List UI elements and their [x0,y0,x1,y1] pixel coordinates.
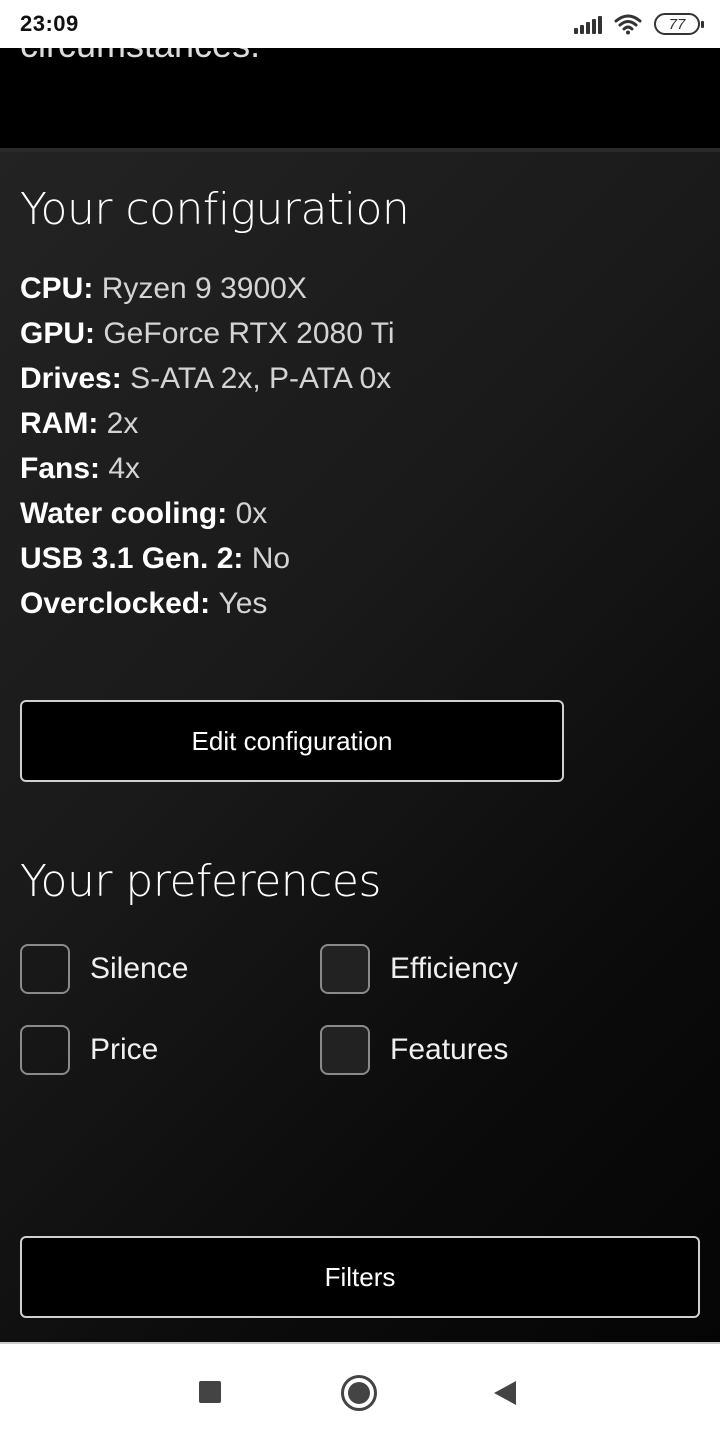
spec-label: Overclocked: [20,587,211,620]
price-checkbox[interactable] [20,1025,70,1075]
recent-apps-icon[interactable] [199,1381,221,1403]
status-time: 23:09 [20,11,79,36]
efficiency-checkbox[interactable] [320,944,370,994]
previous-section: circumstances. [0,48,720,148]
edit-configuration-button[interactable]: Edit configuration [20,700,564,782]
back-icon[interactable] [494,1381,516,1405]
pref-label: Silence [90,952,189,985]
spec-list: CPU: Ryzen 9 3900X GPU: GeForce RTX 2080… [20,266,700,626]
spec-row-drives: Drives: S-ATA 2x, P-ATA 0x [20,356,700,401]
pref-label: Features [390,1033,509,1066]
spec-value: No [251,542,291,575]
configuration-title: Your configuration [20,184,410,235]
spec-value: Yes [218,587,268,620]
spec-value: 4x [108,452,141,485]
features-checkbox[interactable] [320,1025,370,1075]
preferences-title: Your preferences [20,856,381,907]
spec-label: RAM: [20,407,99,440]
pref-efficiency[interactable]: Efficiency [320,944,518,994]
previous-section-text: circumstances. [20,48,260,66]
pref-label: Price [90,1033,159,1066]
status-bar: 23:09 77 [0,0,720,48]
spec-label: USB 3.1 Gen. 2: [20,542,244,575]
spec-value: S-ATA 2x, P-ATA 0x [130,362,392,395]
spec-value: Ryzen 9 3900X [101,272,307,305]
spec-label: Drives: [20,362,122,395]
spec-row-usb: USB 3.1 Gen. 2: No [20,536,700,581]
pref-features[interactable]: Features [320,1025,508,1075]
wifi-icon [614,14,642,35]
spec-row-fans: Fans: 4x [20,446,700,491]
signal-icon [574,14,602,34]
spec-label: CPU: [20,272,94,305]
spec-row-ram: RAM: 2x [20,401,700,446]
spec-label: Fans: [20,452,101,485]
spec-row-gpu: GPU: GeForce RTX 2080 Ti [20,311,700,356]
pref-label: Efficiency [390,952,518,985]
spec-row-overclocked: Overclocked: Yes [20,581,700,626]
spec-row-cpu: CPU: Ryzen 9 3900X [20,266,700,311]
spec-label: GPU: [20,317,95,350]
spec-value: 2x [106,407,139,440]
spec-row-water-cooling: Water cooling: 0x [20,491,700,536]
spec-value: GeForce RTX 2080 Ti [103,317,395,350]
silence-checkbox[interactable] [20,944,70,994]
home-icon[interactable] [341,1375,377,1411]
main-panel: Your configuration CPU: Ryzen 9 3900X GP… [0,152,720,1342]
pref-silence[interactable]: Silence [20,944,188,994]
spec-value: 0x [235,497,268,530]
navigation-bar [0,1342,720,1440]
status-icons: 77 [574,12,704,36]
pref-price[interactable]: Price [20,1025,158,1075]
filters-button[interactable]: Filters [20,1236,700,1318]
spec-label: Water cooling: [20,497,228,530]
battery-icon: 77 [654,13,704,35]
